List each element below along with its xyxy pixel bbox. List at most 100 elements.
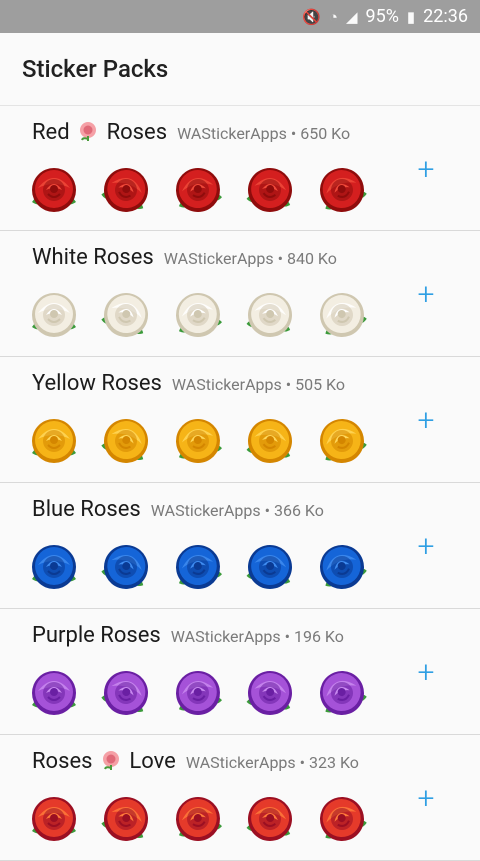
sticker-pack-row[interactable]: Red Roses WAStickerApps • 650 Ko + xyxy=(0,105,480,231)
rose-sticker-image xyxy=(98,791,154,847)
pack-name: Blue Roses xyxy=(32,497,141,522)
rose-sticker-image xyxy=(314,413,370,469)
rose-sticker-image xyxy=(242,539,298,595)
pack-name: Roses Love xyxy=(32,749,176,774)
pack-name: Red Roses xyxy=(32,120,167,145)
pack-name: Purple Roses xyxy=(32,623,161,648)
rose-sticker-image xyxy=(242,791,298,847)
meta-separator: • xyxy=(280,627,294,646)
rose-sticker-image xyxy=(98,539,154,595)
plus-icon[interactable]: + xyxy=(414,155,438,185)
sticker-pack-row[interactable]: White Roses WAStickerApps • 840 Ko + xyxy=(0,231,480,357)
clock: 22:36 xyxy=(423,6,468,27)
meta-separator: • xyxy=(273,249,287,268)
pack-name-part: Purple Roses xyxy=(32,623,161,648)
plus-icon[interactable]: + xyxy=(414,784,438,814)
rose-emoji-icon xyxy=(70,120,107,145)
rose-sticker-image xyxy=(98,162,154,218)
rose-sticker-image xyxy=(314,287,370,343)
mute-icon: 🔇 xyxy=(302,7,321,26)
sticker-pack-row[interactable]: Blue Roses WAStickerApps • 366 Ko + xyxy=(0,483,480,609)
rose-sticker-image xyxy=(170,162,226,218)
rose-sticker-image xyxy=(26,287,82,343)
plus-icon[interactable]: + xyxy=(414,532,438,562)
rose-sticker-image xyxy=(26,413,82,469)
rose-sticker-image xyxy=(314,539,370,595)
rose-sticker-image xyxy=(26,791,82,847)
rose-sticker-image xyxy=(170,791,226,847)
rose-sticker-image xyxy=(98,665,154,721)
rose-sticker-image xyxy=(242,665,298,721)
page-title: Sticker Packs xyxy=(22,55,169,83)
rose-sticker-image xyxy=(314,162,370,218)
rose-sticker-image xyxy=(170,539,226,595)
meta-separator: • xyxy=(286,124,301,143)
wifi-icon: ◔ xyxy=(328,7,338,26)
sticker-pack-row[interactable]: Yellow Roses WAStickerApps • 505 Ko + xyxy=(0,357,480,483)
pack-name-part: Love xyxy=(129,749,176,774)
pack-header: Yellow Roses WAStickerApps • 505 Ko xyxy=(32,371,345,396)
pack-publisher: WAStickerApps xyxy=(163,249,274,268)
rose-sticker-image xyxy=(170,287,226,343)
rose-sticker-image xyxy=(170,413,226,469)
pack-size: 196 Ko xyxy=(293,627,344,646)
pack-size: 323 Ko xyxy=(309,753,359,772)
pack-header: Roses Love WAStickerApps • 323 Ko xyxy=(32,749,359,774)
rose-sticker-image xyxy=(170,665,226,721)
rose-sticker-image xyxy=(26,665,82,721)
pack-name-part: Blue Roses xyxy=(32,497,141,522)
pack-header: Red Roses WAStickerApps • 650 Ko xyxy=(32,120,350,145)
pack-publisher: WAStickerApps xyxy=(177,124,287,143)
sticker-preview-strip xyxy=(26,539,370,595)
pack-publisher: WAStickerApps xyxy=(185,753,296,772)
rose-sticker-image xyxy=(26,539,82,595)
pack-publisher: WAStickerApps xyxy=(150,501,261,520)
pack-meta: WAStickerApps • 323 Ko xyxy=(186,753,359,772)
meta-separator: • xyxy=(260,501,274,520)
pack-publisher: WAStickerApps xyxy=(170,627,281,646)
battery-percent: 95% xyxy=(365,6,399,27)
pack-header: Blue Roses WAStickerApps • 366 Ko xyxy=(32,497,324,522)
sticker-preview-strip xyxy=(26,413,370,469)
signal-icon: ◢ xyxy=(345,7,358,26)
rose-sticker-image xyxy=(98,287,154,343)
pack-header: Purple Roses WAStickerApps • 196 Ko xyxy=(32,623,344,648)
rose-sticker-image xyxy=(242,413,298,469)
meta-separator: • xyxy=(295,753,310,772)
plus-icon[interactable]: + xyxy=(414,658,438,688)
pack-name-part: Roses xyxy=(106,120,168,145)
pack-header: White Roses WAStickerApps • 840 Ko xyxy=(32,245,337,270)
pack-size: 366 Ko xyxy=(273,501,324,520)
pack-name-part: Yellow Roses xyxy=(32,371,162,396)
sticker-pack-row[interactable]: Roses Love WAStickerApps • 323 Ko + xyxy=(0,735,480,861)
pack-publisher: WAStickerApps xyxy=(171,375,282,394)
pack-name-part: Roses xyxy=(32,749,93,774)
rose-sticker-image xyxy=(242,287,298,343)
sticker-pack-list: Red Roses WAStickerApps • 650 Ko + White… xyxy=(0,105,480,861)
plus-icon[interactable]: + xyxy=(414,406,438,436)
pack-name: Yellow Roses xyxy=(32,371,162,396)
pack-meta: WAStickerApps • 505 Ko xyxy=(172,375,345,394)
pack-meta: WAStickerApps • 840 Ko xyxy=(164,249,337,268)
rose-sticker-image xyxy=(242,162,298,218)
pack-size: 650 Ko xyxy=(300,124,351,143)
sticker-preview-strip xyxy=(26,162,370,218)
pack-name-part: Red xyxy=(32,120,70,145)
pack-meta: WAStickerApps • 650 Ko xyxy=(177,124,350,143)
battery-icon: ▮ xyxy=(406,7,416,26)
pack-meta: WAStickerApps • 366 Ko xyxy=(151,501,324,520)
rose-sticker-image xyxy=(314,791,370,847)
sticker-preview-strip xyxy=(26,791,370,847)
rose-sticker-image xyxy=(314,665,370,721)
sticker-preview-strip xyxy=(26,287,370,343)
sticker-pack-row[interactable]: Purple Roses WAStickerApps • 196 Ko + xyxy=(0,609,480,735)
pack-size: 840 Ko xyxy=(286,249,337,268)
plus-icon[interactable]: + xyxy=(414,280,438,310)
rose-emoji-icon xyxy=(92,749,129,774)
status-bar: 🔇 ◔ ◢ 95% ▮ 22:36 xyxy=(0,0,480,33)
pack-name: White Roses xyxy=(32,245,154,270)
pack-size: 505 Ko xyxy=(295,375,345,394)
pack-meta: WAStickerApps • 196 Ko xyxy=(171,627,344,646)
pack-name-part: White Roses xyxy=(32,245,154,270)
rose-sticker-image xyxy=(26,162,82,218)
